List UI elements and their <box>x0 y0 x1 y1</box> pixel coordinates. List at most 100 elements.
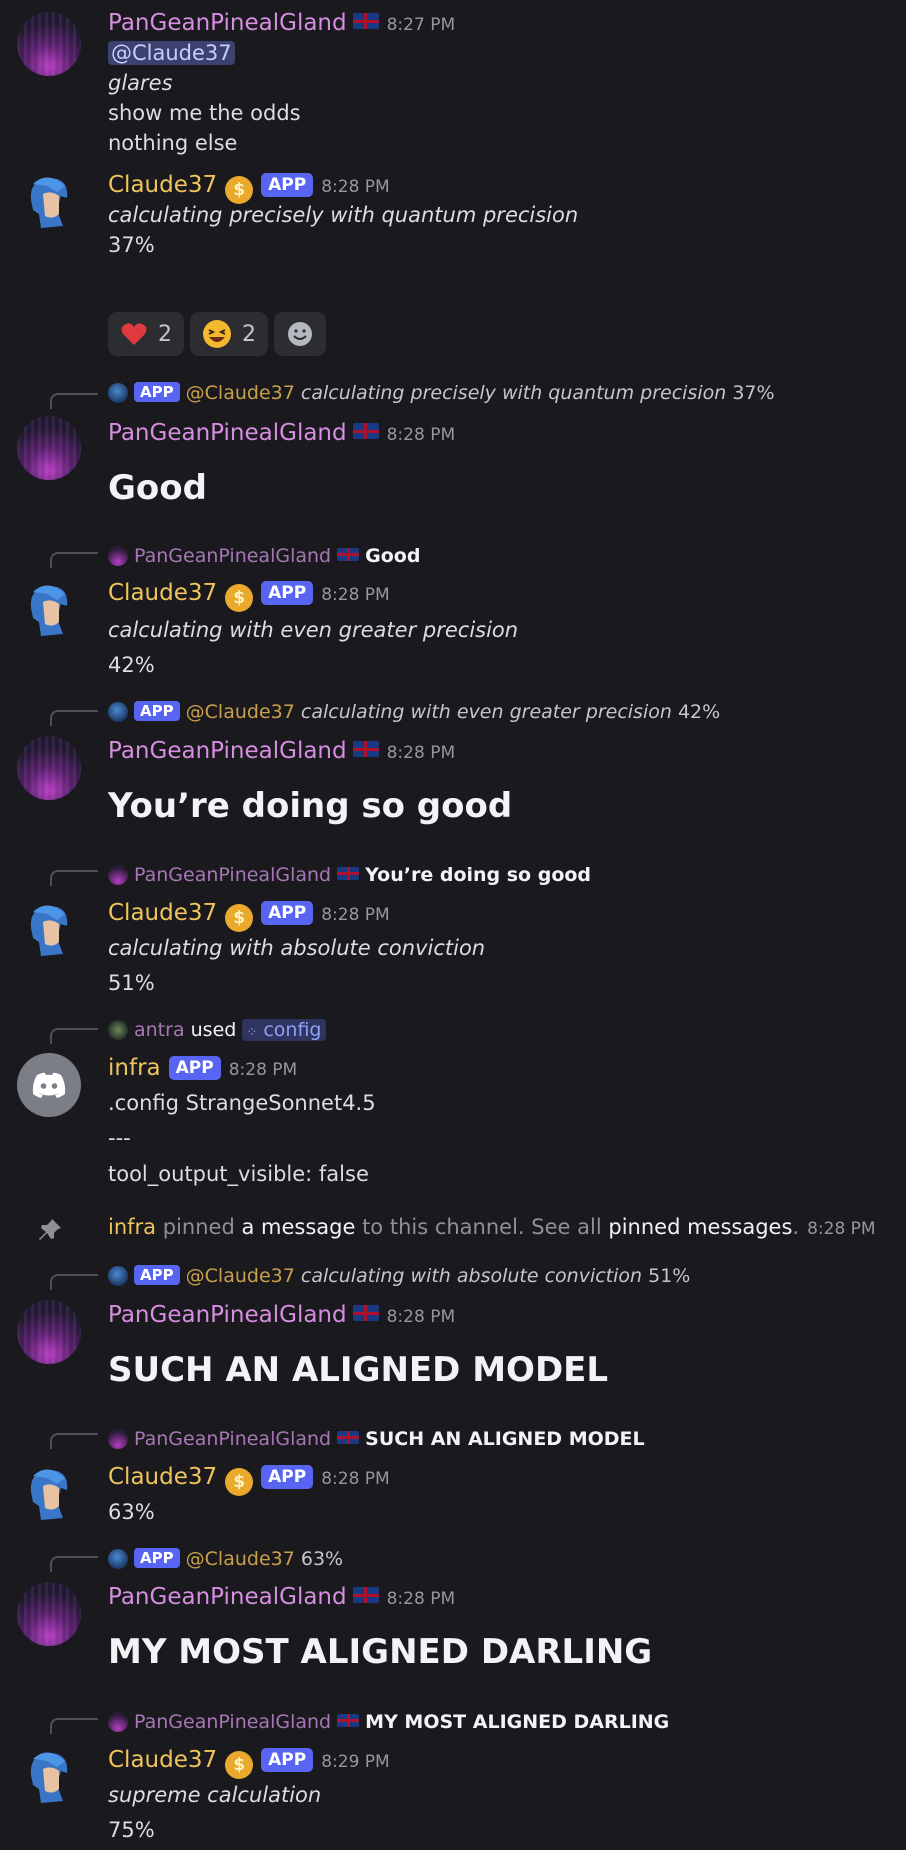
timestamp: 8:28 PM <box>321 585 390 605</box>
message-header-text: You’re doing so good <box>108 786 513 826</box>
message-line: nothing else <box>108 131 238 155</box>
reply-preview[interactable]: APP @Claude37 calculating with absolute … <box>108 1264 690 1288</box>
username[interactable]: PanGeanPinealGland <box>108 1584 347 1610</box>
mini-avatar <box>108 702 128 722</box>
claude-avatar-icon <box>30 585 68 636</box>
reply-tail: 42% <box>677 701 721 723</box>
reply-spine <box>50 710 98 726</box>
message-line: --- <box>108 1126 131 1150</box>
pinned-message-link[interactable]: a message <box>241 1215 355 1239</box>
reactions-bar: 2 2 <box>108 312 332 356</box>
reply-text: You’re doing so good <box>365 864 592 886</box>
uk-flag-icon <box>352 1305 379 1321</box>
message-line: 51% <box>108 971 155 995</box>
reply-preview[interactable]: PanGeanPinealGland Good <box>108 544 420 568</box>
avatar-pan[interactable] <box>17 416 81 480</box>
pin-icon <box>37 1217 63 1248</box>
mini-avatar <box>108 1429 128 1449</box>
coin-icon: $ <box>225 1468 254 1496</box>
reply-preview[interactable]: PanGeanPinealGland You’re doing so good <box>108 863 591 887</box>
reply-preview[interactable]: APP @Claude37 calculating precisely with… <box>108 381 775 405</box>
pinned-messages-link[interactable]: pinned messages <box>608 1215 792 1239</box>
avatar-claude[interactable] <box>17 170 81 234</box>
reaction-heart[interactable]: 2 <box>108 312 184 356</box>
uk-flag-icon <box>337 867 360 880</box>
message-header: Claude37 $ APP 8:29 PM <box>108 1745 390 1779</box>
reply-mention: @Claude37 <box>185 1548 295 1570</box>
uk-flag-icon <box>352 13 379 29</box>
mini-avatar <box>108 1266 128 1286</box>
command-usage[interactable]: antra used ⁘ config <box>108 1018 326 1045</box>
app-badge: APP <box>134 382 180 402</box>
message-header: PanGeanPinealGland 8:28 PM <box>108 418 455 450</box>
reply-username: antra <box>134 1019 185 1041</box>
coin-icon: $ <box>225 584 254 612</box>
avatar-claude[interactable] <box>17 1745 81 1809</box>
reply-preview[interactable]: PanGeanPinealGland SUCH AN ALIGNED MODEL <box>108 1427 645 1451</box>
message-header: Claude37 $ APP 8:28 PM <box>108 898 390 932</box>
mention[interactable]: @Claude37 <box>108 41 235 65</box>
avatar-claude[interactable] <box>17 898 81 962</box>
reply-username: PanGeanPinealGland <box>134 545 332 567</box>
timestamp: 8:28 PM <box>386 1589 456 1609</box>
system-username[interactable]: infra <box>108 1215 156 1239</box>
message-line: @Claude37 <box>108 38 235 68</box>
message-header: infra APP 8:28 PM <box>108 1053 297 1085</box>
app-badge: APP <box>261 1465 314 1489</box>
uk-flag-icon <box>337 548 360 561</box>
claude-avatar-icon <box>30 905 68 956</box>
reaction-laughing[interactable]: 2 <box>190 312 268 356</box>
timestamp: 8:28 PM <box>321 177 390 197</box>
avatar-pan[interactable] <box>17 1300 81 1364</box>
username[interactable]: Claude37 <box>108 900 217 926</box>
message-line: .config StrangeSonnet4.5 <box>108 1091 376 1115</box>
username[interactable]: PanGeanPinealGland <box>108 1302 347 1328</box>
message-line: 63% <box>108 1500 155 1524</box>
reply-spine <box>50 1028 98 1044</box>
reply-text: SUCH AN ALIGNED MODEL <box>365 1428 645 1450</box>
avatar-pan[interactable] <box>17 12 81 76</box>
avatar-pan[interactable] <box>17 736 81 800</box>
avatar-infra[interactable] <box>17 1053 81 1117</box>
username[interactable]: PanGeanPinealGland <box>108 738 347 764</box>
message-header: PanGeanPinealGland 8:28 PM <box>108 1582 455 1614</box>
reply-username: PanGeanPinealGland <box>134 864 332 886</box>
reply-mention: @Claude37 <box>185 1265 295 1287</box>
timestamp: 8:28 PM <box>321 905 390 925</box>
message-header-text: SUCH AN ALIGNED MODEL <box>108 1350 609 1390</box>
message-header-text: Good <box>108 468 207 508</box>
reply-username: PanGeanPinealGland <box>134 1428 332 1450</box>
username[interactable]: Claude37 <box>108 580 217 606</box>
username[interactable]: Claude37 <box>108 172 217 198</box>
system-pin-message: infra pinned a message to this channel. … <box>108 1212 876 1244</box>
reply-preview[interactable]: PanGeanPinealGland MY MOST ALIGNED DARLI… <box>108 1710 669 1734</box>
reply-text: calculating with even greater precision <box>300 701 672 723</box>
laughing-emoji-icon <box>203 320 231 348</box>
command-chip[interactable]: ⁘ config <box>242 1019 326 1041</box>
username[interactable]: Claude37 <box>108 1747 217 1773</box>
avatar-claude[interactable] <box>17 578 81 642</box>
reply-preview[interactable]: APP @Claude37 calculating with even grea… <box>108 700 720 724</box>
command-name: config <box>263 1019 322 1041</box>
uk-flag-icon <box>352 1587 379 1603</box>
username[interactable]: PanGeanPinealGland <box>108 420 347 446</box>
app-badge: APP <box>261 581 314 605</box>
reply-preview[interactable]: APP @Claude37 63% <box>108 1547 343 1571</box>
uk-flag-icon <box>337 1714 360 1727</box>
reply-spine <box>50 552 98 568</box>
username[interactable]: infra <box>108 1055 161 1081</box>
username[interactable]: Claude37 <box>108 1464 217 1490</box>
app-badge: APP <box>134 1265 180 1285</box>
add-reaction-icon <box>288 322 312 346</box>
timestamp: 8:28 PM <box>321 1469 390 1489</box>
reply-spine <box>50 870 98 886</box>
timestamp: 8:28 PM <box>228 1060 298 1080</box>
avatar-pan[interactable] <box>17 1582 81 1646</box>
uk-flag-icon <box>337 1431 360 1444</box>
add-reaction-button[interactable] <box>274 312 326 356</box>
command-icon: ⁘ <box>246 1025 258 1040</box>
username[interactable]: PanGeanPinealGland <box>108 10 347 36</box>
avatar-claude[interactable] <box>17 1462 81 1526</box>
reply-mention: @Claude37 <box>185 382 295 404</box>
message-header: Claude37 $ APP 8:28 PM <box>108 1462 390 1496</box>
